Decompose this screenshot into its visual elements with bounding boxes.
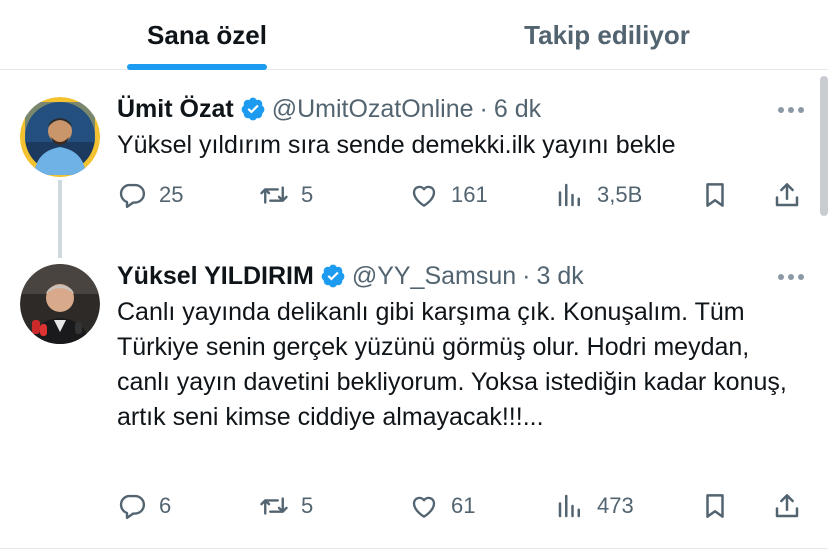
tweet-actions: 25 5 161 3,5B (117, 175, 817, 215)
divider (0, 548, 828, 549)
tweet-text: Canlı yayında delikanlı gibi karşıma çık… (117, 298, 787, 431)
share-icon (775, 494, 799, 518)
meta-separator: · (479, 94, 488, 123)
views-button[interactable]: 3,5B (555, 175, 642, 215)
like-button[interactable]: 61 (409, 486, 475, 526)
tweet-header: Yüksel YILDIRIM @YY_Samsun · 3 dk (117, 259, 584, 293)
tab-following-label: Takip ediliyor (524, 19, 690, 50)
bookmark-button[interactable] (700, 175, 730, 215)
active-tab-indicator (127, 64, 267, 70)
author-name[interactable]: Ümit Özat (117, 95, 234, 124)
author-handle[interactable]: @UmitOzatOnline (272, 95, 474, 124)
tab-for-you-label: Sana özel (147, 19, 267, 50)
reply-count: 25 (159, 182, 184, 207)
reply-icon (119, 183, 146, 209)
reply-count: 6 (159, 493, 172, 518)
like-count: 61 (451, 493, 476, 518)
tab-following[interactable]: Takip ediliyor (492, 0, 722, 70)
tweet-time[interactable]: 6 dk (494, 95, 541, 124)
views-button[interactable]: 473 (555, 486, 634, 526)
views-count: 3,5B (597, 182, 643, 207)
thread-connector-line (58, 180, 62, 258)
tweet-header: Ümit Özat @UmitOzatOnline · 6 dk (117, 92, 541, 126)
tweet-time[interactable]: 3 dk (537, 262, 584, 291)
retweet-count: 5 (301, 493, 314, 518)
author-handle[interactable]: @YY_Samsun (352, 262, 516, 291)
avatar-image (20, 264, 100, 344)
tab-for-you[interactable]: Sana özel (92, 0, 322, 70)
avatar[interactable] (20, 97, 100, 177)
like-icon (412, 496, 436, 518)
timeline-tabs: Sana özel Takip ediliyor (0, 0, 828, 70)
tweet-actions: 6 5 61 473 (117, 486, 817, 526)
reply-button[interactable]: 25 (117, 175, 183, 215)
retweet-button[interactable]: 5 (259, 175, 313, 215)
share-button[interactable] (772, 486, 802, 526)
views-count: 473 (597, 493, 634, 518)
retweet-icon (260, 186, 288, 204)
reply-button[interactable]: 6 (117, 486, 171, 526)
avatar[interactable] (20, 264, 100, 344)
verified-badge-icon (321, 264, 345, 288)
more-icon[interactable] (774, 267, 808, 287)
bookmark-button[interactable] (700, 486, 730, 526)
views-icon (558, 494, 580, 518)
bookmark-icon (706, 494, 724, 518)
tweet-text: Yüksel yıldırım sıra sende demekki.ilk y… (117, 131, 676, 159)
like-button[interactable]: 161 (409, 175, 488, 215)
more-icon[interactable] (774, 100, 808, 120)
retweet-button[interactable]: 5 (259, 486, 313, 526)
like-icon (412, 185, 436, 207)
bookmark-icon (706, 183, 724, 207)
meta-separator: · (522, 261, 531, 290)
author-name[interactable]: Yüksel YILDIRIM (117, 262, 314, 291)
share-button[interactable] (772, 175, 802, 215)
retweet-icon (260, 497, 288, 515)
scrollbar[interactable] (820, 76, 828, 216)
avatar-image (20, 97, 100, 177)
reply-icon (119, 494, 146, 520)
like-count: 161 (451, 182, 488, 207)
verified-badge-icon (241, 97, 265, 121)
views-icon (558, 183, 580, 207)
share-icon (775, 183, 799, 207)
retweet-count: 5 (301, 182, 314, 207)
